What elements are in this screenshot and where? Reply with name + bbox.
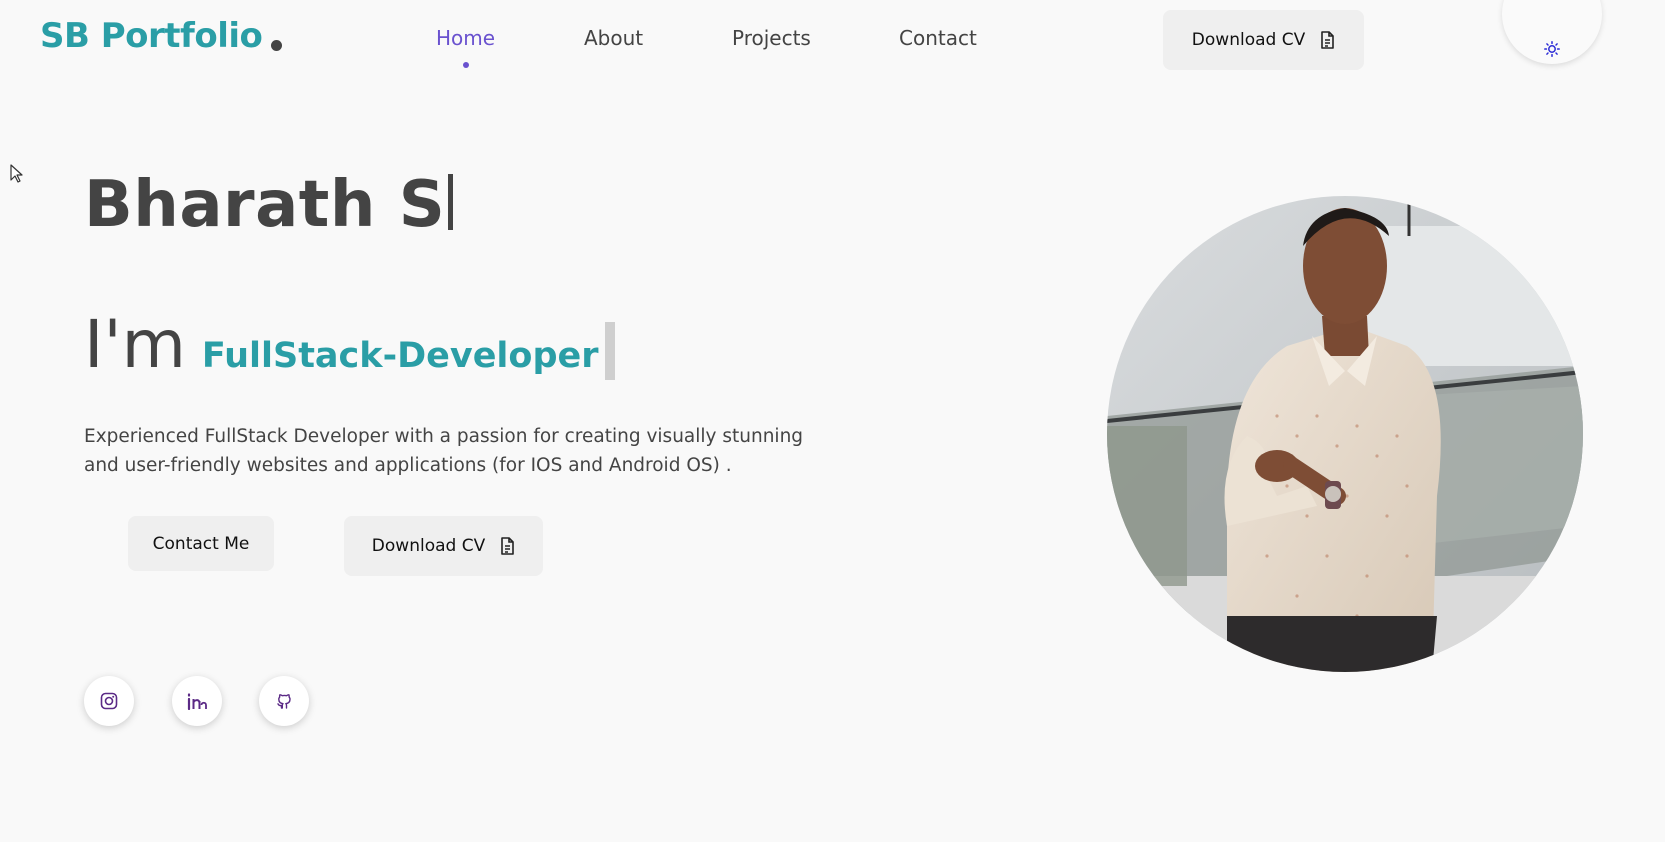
- header-download-cv-label: Download CV: [1191, 30, 1306, 50]
- nav-item-about[interactable]: About: [584, 26, 643, 50]
- instagram-icon: [100, 692, 118, 710]
- instagram-link[interactable]: [84, 676, 134, 726]
- active-indicator-dot: [462, 62, 469, 68]
- logo-dot: [271, 40, 283, 51]
- hero-description: Experienced FullStack Developer with a p…: [84, 426, 804, 476]
- profile-photo-illustration: [1107, 196, 1583, 672]
- nav-projects-label: Projects: [732, 26, 811, 50]
- role-typing-caret: [604, 322, 615, 380]
- contact-me-label: Contact Me: [152, 533, 250, 554]
- hero-name: Bharath S: [84, 168, 454, 242]
- github-icon: [277, 694, 291, 709]
- hero-download-cv-button[interactable]: Download CV: [344, 516, 543, 576]
- nav-home-label: Home: [436, 26, 496, 50]
- github-link[interactable]: [259, 676, 309, 726]
- sun-icon: [1544, 41, 1560, 57]
- hero-download-cv-label: Download CV: [371, 536, 486, 556]
- hero-name-text: Bharath S: [84, 168, 446, 242]
- nav-item-contact[interactable]: Contact: [899, 26, 977, 50]
- nav-item-home[interactable]: Home: [436, 26, 496, 68]
- contact-me-button[interactable]: Contact Me: [128, 516, 274, 571]
- profile-photo: [1107, 196, 1583, 672]
- document-icon: [1321, 31, 1335, 49]
- theme-toggle-button[interactable]: [1502, 0, 1602, 64]
- document-icon: [501, 537, 515, 555]
- linkedin-link[interactable]: [172, 676, 222, 726]
- nav-about-label: About: [584, 26, 644, 50]
- header-download-cv-button[interactable]: Download CV: [1163, 10, 1364, 70]
- site-logo[interactable]: SB Portfolio: [40, 16, 283, 56]
- role-text: FullStack-Developer: [201, 336, 599, 376]
- im-text: I'm: [84, 306, 186, 383]
- nav-item-projects[interactable]: Projects: [732, 26, 811, 50]
- logo-text: SB Portfolio: [40, 16, 263, 56]
- linkedin-icon: [187, 693, 207, 710]
- hero-role-line: I'm FullStack-Developer: [84, 306, 615, 383]
- mouse-pointer-icon: [10, 164, 23, 183]
- typing-caret: [448, 174, 454, 230]
- nav-contact-label: Contact: [899, 26, 977, 50]
